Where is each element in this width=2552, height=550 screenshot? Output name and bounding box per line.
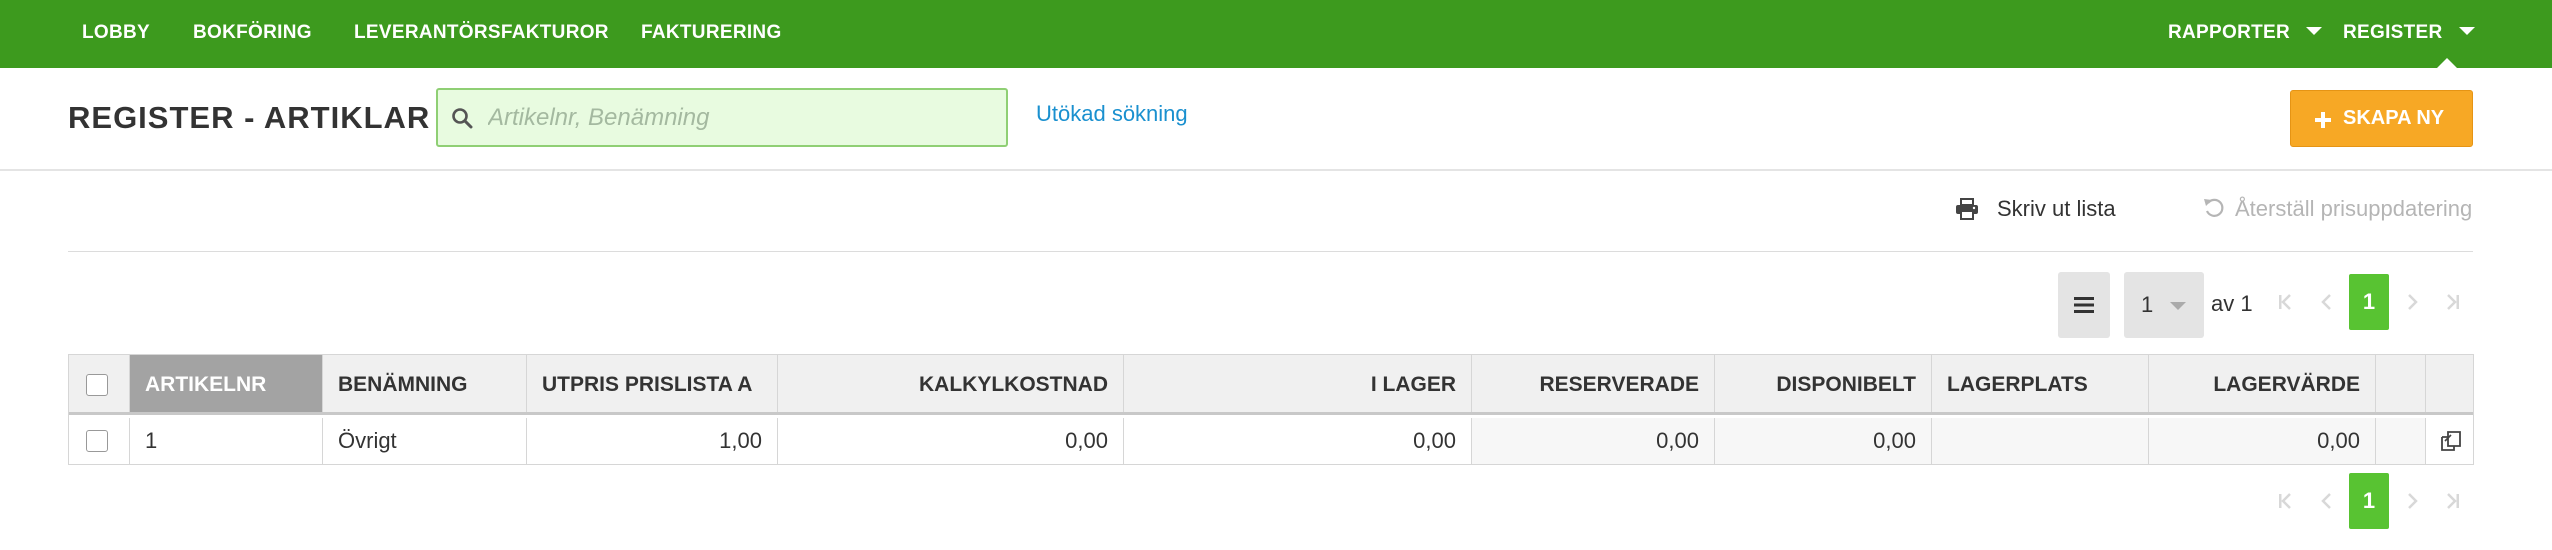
table-header-row: ARTIKELNR BENÄMNING UTPRIS PRISLISTA A K… — [69, 355, 2473, 415]
reset-price-update-label: Återställ prisuppdatering — [2235, 196, 2473, 221]
create-new-label: SKAPA NY — [2343, 107, 2445, 129]
advanced-search-link[interactable]: Utökad sökning — [1036, 101, 1188, 127]
column-header-lagerplats[interactable]: LAGERPLATS — [1932, 355, 2149, 412]
column-header-artikelnr[interactable]: ARTIKELNR — [130, 355, 323, 412]
nav-bokforing[interactable]: BOKFÖRING — [193, 0, 312, 68]
toolbar-divider — [68, 251, 2473, 252]
header-divider — [0, 169, 2552, 171]
print-list-label: Skriv ut lista — [1997, 196, 2116, 221]
top-nav: LOBBY BOKFÖRING LEVERANTÖRSFAKTUROR FAKT… — [0, 0, 2552, 68]
column-header-utpris[interactable]: UTPRIS PRISLISTA A — [527, 355, 778, 412]
column-header-disponibelt[interactable]: DISPONIBELT — [1715, 355, 1932, 412]
select-all-cell — [69, 355, 130, 412]
undo-icon — [2204, 198, 2224, 217]
cell-utpris[interactable]: 1,00 — [527, 418, 778, 464]
nav-fakturering[interactable]: FAKTURERING — [641, 0, 782, 68]
next-page-icon[interactable] — [2402, 491, 2422, 511]
last-page-icon[interactable] — [2443, 292, 2463, 312]
plus-icon — [2315, 112, 2331, 128]
cell-lagervarde: 0,00 — [2149, 418, 2376, 464]
cell-benamning[interactable]: Övrigt — [323, 418, 527, 464]
search-icon — [452, 108, 473, 129]
cell-spacer — [2376, 418, 2426, 464]
column-header-actions — [2426, 355, 2473, 412]
chevron-down-icon — [2170, 302, 2186, 310]
nav-leverantorsfakturor[interactable]: LEVERANTÖRSFAKTUROR — [354, 0, 609, 68]
column-header-benamning[interactable]: BENÄMNING — [323, 355, 527, 412]
row-checkbox[interactable] — [86, 430, 108, 452]
page-of-label: av 1 — [2211, 291, 2253, 316]
nav-lobby[interactable]: LOBBY — [82, 0, 150, 68]
select-all-checkbox[interactable] — [86, 374, 108, 396]
first-page-icon[interactable] — [2275, 491, 2295, 511]
cell-lagerplats — [1932, 418, 2149, 464]
nav-rapporter[interactable]: RAPPORTER — [2168, 0, 2322, 68]
search-input[interactable] — [488, 98, 988, 138]
column-header-i-lager[interactable]: I LAGER — [1124, 355, 1472, 412]
row-select-cell — [69, 418, 130, 464]
chevron-down-icon — [2458, 26, 2475, 35]
column-header-lagervarde[interactable]: LAGERVÄRDE — [2149, 355, 2376, 412]
last-page-icon[interactable] — [2443, 491, 2463, 511]
cell-kalkylkostnad[interactable]: 0,00 — [778, 418, 1124, 464]
list-view-button[interactable] — [2058, 272, 2110, 338]
cell-disponibelt: 0,00 — [1715, 418, 1932, 464]
page-title: REGISTER - ARTIKLAR — [68, 100, 431, 135]
nav-rapporter-label: RAPPORTER — [2168, 22, 2290, 43]
current-page-button-bottom[interactable]: 1 — [2349, 473, 2389, 529]
column-header-reserverade[interactable]: RESERVERADE — [1472, 355, 1715, 412]
prev-page-icon[interactable] — [2317, 292, 2337, 312]
cell-actions — [2426, 418, 2473, 464]
nav-register-label: REGISTER — [2343, 22, 2443, 43]
table-row[interactable]: 1 Övrigt 1,00 0,00 0,00 0,00 0,00 0,00 — [69, 418, 2473, 464]
cell-artikelnr[interactable]: 1 — [130, 418, 323, 464]
current-page-button[interactable]: 1 — [2349, 274, 2389, 330]
prev-page-icon[interactable] — [2317, 491, 2337, 511]
first-page-icon[interactable] — [2275, 292, 2295, 312]
active-nav-pointer — [2437, 58, 2457, 68]
column-header-kalkylkostnad[interactable]: KALKYLKOSTNAD — [778, 355, 1124, 412]
column-header-spacer — [2376, 355, 2426, 412]
chevron-down-icon — [2306, 26, 2322, 35]
copy-icon[interactable] — [2439, 429, 2463, 453]
cell-reserverade: 0,00 — [1472, 418, 1715, 464]
articles-table: ARTIKELNR BENÄMNING UTPRIS PRISLISTA A K… — [68, 354, 2474, 465]
list-icon — [2074, 297, 2094, 313]
page-select[interactable]: 1 — [2124, 272, 2204, 338]
create-new-button[interactable]: SKAPA NY — [2290, 90, 2473, 147]
search-box[interactable] — [436, 88, 1008, 147]
next-page-icon[interactable] — [2402, 292, 2422, 312]
page-select-value: 1 — [2141, 292, 2154, 317]
cell-i-lager[interactable]: 0,00 — [1124, 418, 1472, 464]
printer-icon — [1956, 198, 1978, 220]
